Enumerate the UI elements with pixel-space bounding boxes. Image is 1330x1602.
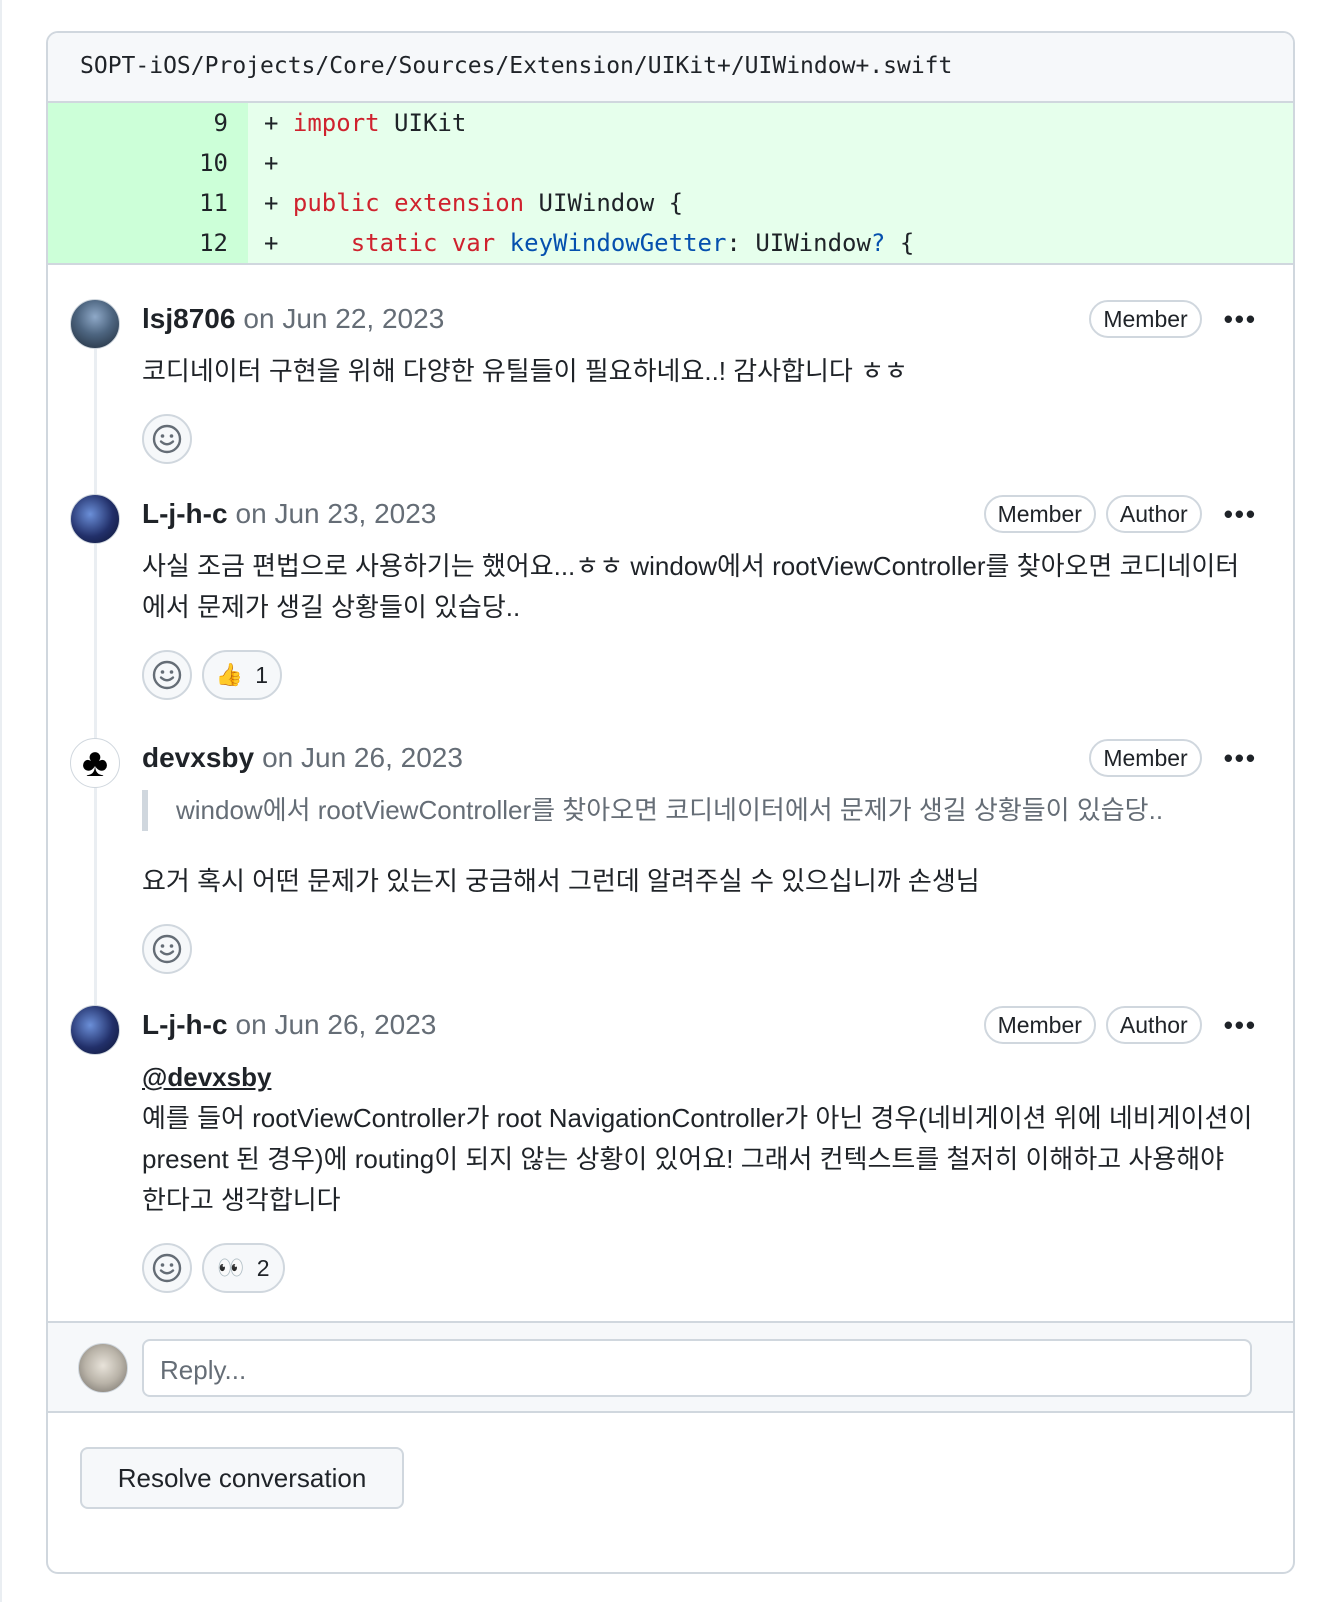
code-line: + (248, 149, 278, 177)
smiley-icon (152, 424, 182, 454)
author-name[interactable]: L-j-h-c (142, 1009, 228, 1041)
code-token: extension (394, 189, 525, 217)
reaction-count: 2 (256, 1254, 270, 1281)
code-token: var (451, 229, 496, 257)
diff-line: 9 + import UIKit (48, 103, 1293, 143)
resolve-conversation-button[interactable]: Resolve conversation (80, 1447, 404, 1509)
diff-prefix: + (264, 229, 351, 257)
more-options-icon[interactable]: ••• (1224, 1010, 1257, 1041)
add-reaction-button[interactable] (142, 414, 192, 464)
avatar[interactable] (70, 299, 120, 349)
add-reaction-button[interactable] (142, 924, 192, 974)
code-token: { (885, 229, 915, 257)
diff-line: 10 + (48, 143, 1293, 183)
more-options-icon[interactable]: ••• (1224, 743, 1257, 774)
reactions: 👀 2 (142, 1243, 1293, 1293)
avatar[interactable] (70, 1005, 120, 1055)
line-number[interactable]: 11 (48, 183, 248, 223)
smiley-icon (152, 660, 182, 690)
user-mention[interactable]: @devxsby (142, 1062, 271, 1092)
reaction-count: 1 (255, 661, 269, 688)
member-badge: Member (983, 495, 1096, 533)
code-line: + static var keyWindowGetter: UIWindow? … (248, 229, 914, 257)
member-badge: Member (1089, 300, 1202, 338)
comment-date[interactable]: on Jun 23, 2023 (236, 498, 437, 530)
comment-body: 요거 혹시 어떤 문제가 있는지 궁금해서 그런데 알려주실 수 있으십니까 손… (142, 866, 980, 896)
comment-body: 예를 들어 rootViewController가 root Navigatio… (142, 1103, 1253, 1215)
reactions (142, 414, 1293, 464)
comment-body: 코디네이터 구현을 위해 다양한 유틸들이 필요하네요..! 감사합니다 ㅎㅎ (142, 356, 908, 386)
more-options-icon[interactable]: ••• (1224, 304, 1257, 335)
thumbs-up-reaction[interactable]: 👍 1 (202, 650, 282, 700)
line-number[interactable]: 10 (48, 143, 248, 183)
page-edge (0, 0, 2, 1602)
comment-header: lsj8706 on Jun 22, 2023 Member ••• (142, 299, 1293, 339)
review-thread: SOPT-iOS/Projects/Core/Sources/Extension… (46, 31, 1295, 1574)
comment: L-j-h-c on Jun 23, 2023 Member Author ••… (48, 494, 1293, 700)
reply-bar: Reply... (48, 1321, 1293, 1413)
comment: ♣ devxsby on Jun 26, 2023 Member ••• win… (48, 738, 1293, 974)
author-badge: Author (1105, 1006, 1202, 1044)
reply-input[interactable]: Reply... (142, 1339, 1252, 1397)
current-user-avatar (78, 1343, 128, 1393)
reactions: 👍 1 (142, 650, 1293, 700)
code-token: static (350, 229, 438, 257)
file-path[interactable]: SOPT-iOS/Projects/Core/Sources/Extension… (48, 33, 1293, 103)
member-badge: Member (983, 1006, 1096, 1044)
author-name[interactable]: devxsby (142, 742, 254, 774)
code-line: + import UIKit (248, 109, 466, 137)
line-number[interactable]: 12 (48, 223, 248, 263)
code-token: ? (870, 229, 886, 257)
member-badge: Member (1089, 739, 1202, 777)
thumbs-up-icon: 👍 (215, 662, 244, 687)
diff-prefix: + (264, 109, 293, 137)
more-options-icon[interactable]: ••• (1224, 499, 1257, 530)
diff-line: 12 + static var keyWindowGetter: UIWindow… (48, 223, 1293, 263)
comment-date[interactable]: on Jun 26, 2023 (236, 1009, 437, 1041)
avatar[interactable] (70, 494, 120, 544)
comment-header: L-j-h-c on Jun 23, 2023 Member Author ••… (142, 494, 1293, 534)
diff-prefix: + (264, 149, 279, 177)
author-badge: Author (1105, 495, 1202, 533)
comment-body: 사실 조금 편법으로 사용하기는 했어요...ㅎㅎ window에서 rootV… (142, 551, 1240, 622)
diff-hunk: 9 + import UIKit 10 +11 + public extension U… (48, 103, 1293, 265)
code-token: public (292, 189, 380, 217)
diff-prefix: + (264, 189, 293, 217)
code-line: + public extension UIWindow { (248, 189, 683, 217)
diff-line: 11 + public extension UIWindow { (48, 183, 1293, 223)
code-token: : UIWindow (726, 229, 871, 257)
code-token: keyWindowGetter (509, 229, 727, 257)
comment-header: devxsby on Jun 26, 2023 Member ••• (142, 738, 1293, 778)
reactions (142, 924, 1293, 974)
avatar[interactable]: ♣ (70, 738, 120, 788)
smiley-icon (152, 1253, 182, 1283)
eyes-icon: 👀 (217, 1255, 245, 1280)
smiley-icon (152, 934, 182, 964)
comment: lsj8706 on Jun 22, 2023 Member ••• 코디네이터… (48, 299, 1293, 464)
code-token: import (292, 109, 380, 137)
author-name[interactable]: lsj8706 (142, 303, 235, 335)
comment: L-j-h-c on Jun 26, 2023 Member Author ••… (48, 1005, 1293, 1293)
add-reaction-button[interactable] (142, 1243, 192, 1293)
line-number[interactable]: 9 (48, 103, 248, 143)
add-reaction-button[interactable] (142, 650, 192, 700)
comment-date[interactable]: on Jun 26, 2023 (262, 742, 463, 774)
club-icon: ♣ (81, 741, 109, 785)
blockquote: window에서 rootViewController를 찾아오면 코디네이터에… (142, 790, 1293, 831)
author-name[interactable]: L-j-h-c (142, 498, 228, 530)
code-token: UIKit (379, 109, 467, 137)
eyes-reaction[interactable]: 👀 2 (202, 1243, 285, 1293)
comment-header: L-j-h-c on Jun 26, 2023 Member Author ••… (142, 1005, 1293, 1045)
code-token: UIWindow { (524, 189, 684, 217)
comment-date[interactable]: on Jun 22, 2023 (243, 303, 444, 335)
